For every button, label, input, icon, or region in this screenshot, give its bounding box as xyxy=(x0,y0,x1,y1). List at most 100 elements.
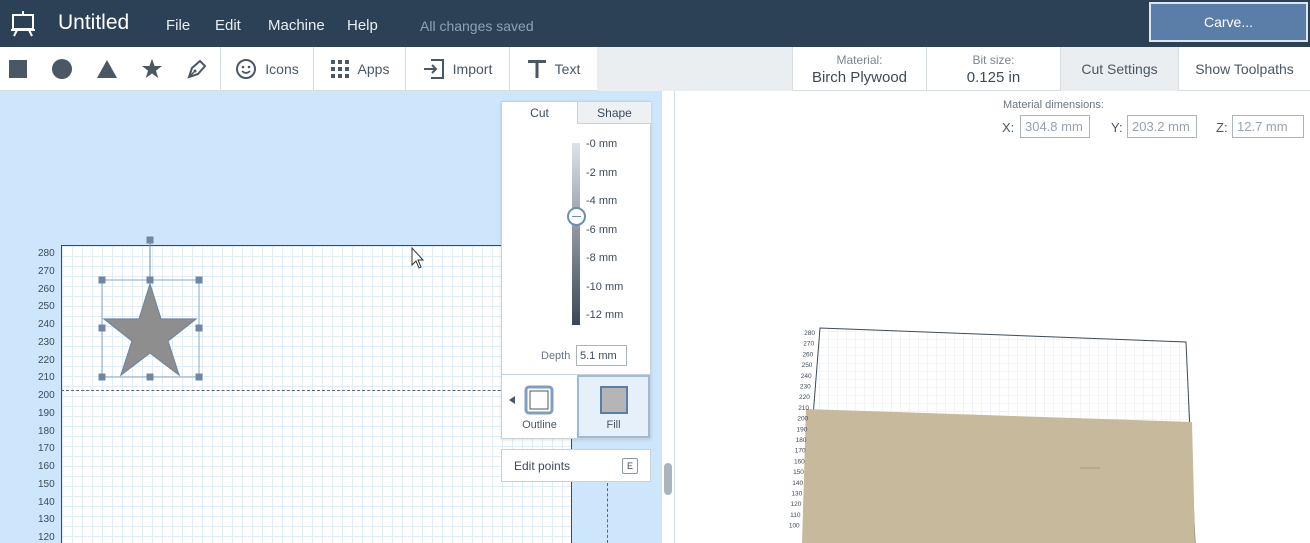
preview-y-tick-label: 120 xyxy=(791,501,802,508)
depth-scale-label: -4 mm xyxy=(586,195,618,207)
resize-handle[interactable] xyxy=(664,463,672,495)
star-shape[interactable] xyxy=(102,281,198,377)
depth-slider-handle[interactable] xyxy=(567,207,586,226)
save-status: All changes saved xyxy=(420,18,534,34)
preview-y-tick-label: 280 xyxy=(804,330,815,337)
preview-y-tick-label: 140 xyxy=(792,480,803,487)
triangle-icon xyxy=(97,60,117,78)
rotate-handle[interactable] xyxy=(146,236,154,244)
apps-button[interactable]: Apps xyxy=(314,47,405,91)
carve-preview-pane[interactable]: Material dimensions: X: Y: Z: 2802702602… xyxy=(675,91,1310,543)
import-icon xyxy=(423,59,444,79)
shape-properties-panel: Cut Shape -0 mm -2 mm -4 mm -6 mm -8 mm -10 m… xyxy=(501,101,651,439)
outline-label: Outline xyxy=(522,419,557,431)
import-button[interactable]: Import xyxy=(406,47,509,91)
outline-icon xyxy=(524,385,554,415)
depth-scale-label: -0 mm xyxy=(586,138,618,150)
preview-y-tick-label: 150 xyxy=(793,469,804,476)
resize-handle[interactable] xyxy=(195,324,203,332)
material-edge-guide-vertical xyxy=(607,483,608,543)
preview-y-tick-label: 110 xyxy=(790,512,801,519)
depth-scale-label: -10 mm xyxy=(586,280,624,293)
carve-button[interactable]: Carve... xyxy=(1149,2,1308,42)
preview-y-tick-label: 100 xyxy=(789,523,800,530)
menu-help[interactable]: Help xyxy=(347,17,378,34)
bit-size-caption: Bit size: xyxy=(972,53,1015,67)
preview-y-tick-label: 160 xyxy=(794,458,805,465)
import-label: Import xyxy=(452,61,493,77)
easel-logo-icon[interactable] xyxy=(8,8,38,38)
chevron-left-icon xyxy=(509,396,515,404)
circle-tool[interactable] xyxy=(44,47,80,91)
depth-scale-label: -12 mm xyxy=(586,309,624,321)
3d-material-preview: 280 270 260 250 240 230 220 210 200 190 180 170 160 1… xyxy=(789,327,1196,543)
apps-label: Apps xyxy=(357,61,390,77)
smiley-icon xyxy=(236,59,257,79)
square-tool[interactable] xyxy=(0,47,36,91)
triangle-tool[interactable] xyxy=(89,47,125,91)
toolbar-spacer xyxy=(597,47,793,91)
icons-label: Icons xyxy=(265,61,299,77)
depth-scale-label: -8 mm xyxy=(586,252,618,264)
fill-cut-option[interactable]: Fill xyxy=(577,375,650,438)
square-icon xyxy=(9,60,27,78)
depth-scale-label: -6 mm xyxy=(586,223,618,236)
cut-settings-button[interactable]: Cut Settings xyxy=(1061,47,1178,91)
pen-icon xyxy=(187,59,207,79)
star-icon xyxy=(142,59,162,78)
menu-machine[interactable]: Machine xyxy=(268,17,325,34)
preview-y-tick-label: 240 xyxy=(801,373,812,380)
menu-file[interactable]: File xyxy=(166,17,190,34)
preview-y-tick-label: 260 xyxy=(802,351,813,358)
depth-input[interactable] xyxy=(576,345,627,366)
document-title[interactable]: Untitled xyxy=(58,11,129,35)
icons-button[interactable]: Icons xyxy=(221,47,313,91)
circle-icon xyxy=(52,59,72,79)
pen-tool[interactable] xyxy=(179,47,215,91)
preview-y-tick-label: 200 xyxy=(797,416,808,423)
preview-y-tick-label: 190 xyxy=(796,426,807,433)
text-button[interactable]: Text xyxy=(510,47,597,91)
preview-y-tick-label: 220 xyxy=(799,394,810,401)
depth-label: Depth xyxy=(541,350,571,362)
star-tool[interactable] xyxy=(134,47,170,91)
mouse-cursor-icon xyxy=(411,246,425,269)
selection-overlay xyxy=(98,236,425,381)
text-icon xyxy=(527,60,546,78)
top-bar: Untitled File Edit Machine Help All chan… xyxy=(0,0,1310,47)
tab-cut[interactable]: Cut xyxy=(502,102,577,124)
pane-divider[interactable] xyxy=(661,91,675,543)
apps-grid-icon xyxy=(330,60,349,78)
preview-y-tick-label: 180 xyxy=(796,437,807,444)
resize-handle[interactable] xyxy=(98,373,106,381)
keyboard-shortcut-badge: E xyxy=(622,458,638,474)
toolbar: Icons Apps Import Text Material: Birch P… xyxy=(0,47,1310,91)
preview-y-tick-label: 230 xyxy=(800,384,811,391)
material-value: Birch Plywood xyxy=(811,69,908,86)
resize-handle[interactable] xyxy=(195,276,203,284)
resize-handle[interactable] xyxy=(98,324,106,332)
menu-edit[interactable]: Edit xyxy=(215,17,241,34)
tab-shape[interactable]: Shape xyxy=(577,102,651,124)
material-selector[interactable]: Material: Birch Plywood xyxy=(793,47,926,91)
bit-size-selector[interactable]: Bit size: 0.125 in xyxy=(927,47,1060,91)
material-caption: Material: xyxy=(836,53,883,67)
resize-handle[interactable] xyxy=(146,276,154,284)
depth-scale-label: -2 mm xyxy=(586,166,618,179)
preview-y-tick-label: 210 xyxy=(798,405,809,412)
outline-cut-option[interactable]: Outline xyxy=(502,375,577,438)
edit-points-button[interactable]: Edit points E xyxy=(501,449,651,482)
show-toolpaths-button[interactable]: Show Toolpaths xyxy=(1179,47,1310,91)
resize-handle[interactable] xyxy=(146,373,154,381)
resize-handle[interactable] xyxy=(98,276,106,284)
edit-points-label: Edit points xyxy=(514,459,571,473)
preview-y-tick-label: 270 xyxy=(803,341,814,348)
depth-slider-track[interactable] xyxy=(572,143,580,325)
bit-size-value: 0.125 in xyxy=(966,69,1021,86)
fill-label: Fill xyxy=(606,419,621,431)
fill-icon xyxy=(600,386,628,414)
resize-handle[interactable] xyxy=(195,373,203,381)
preview-y-tick-label: 130 xyxy=(791,491,802,498)
text-label: Text xyxy=(554,61,581,77)
material-block xyxy=(802,409,1195,543)
